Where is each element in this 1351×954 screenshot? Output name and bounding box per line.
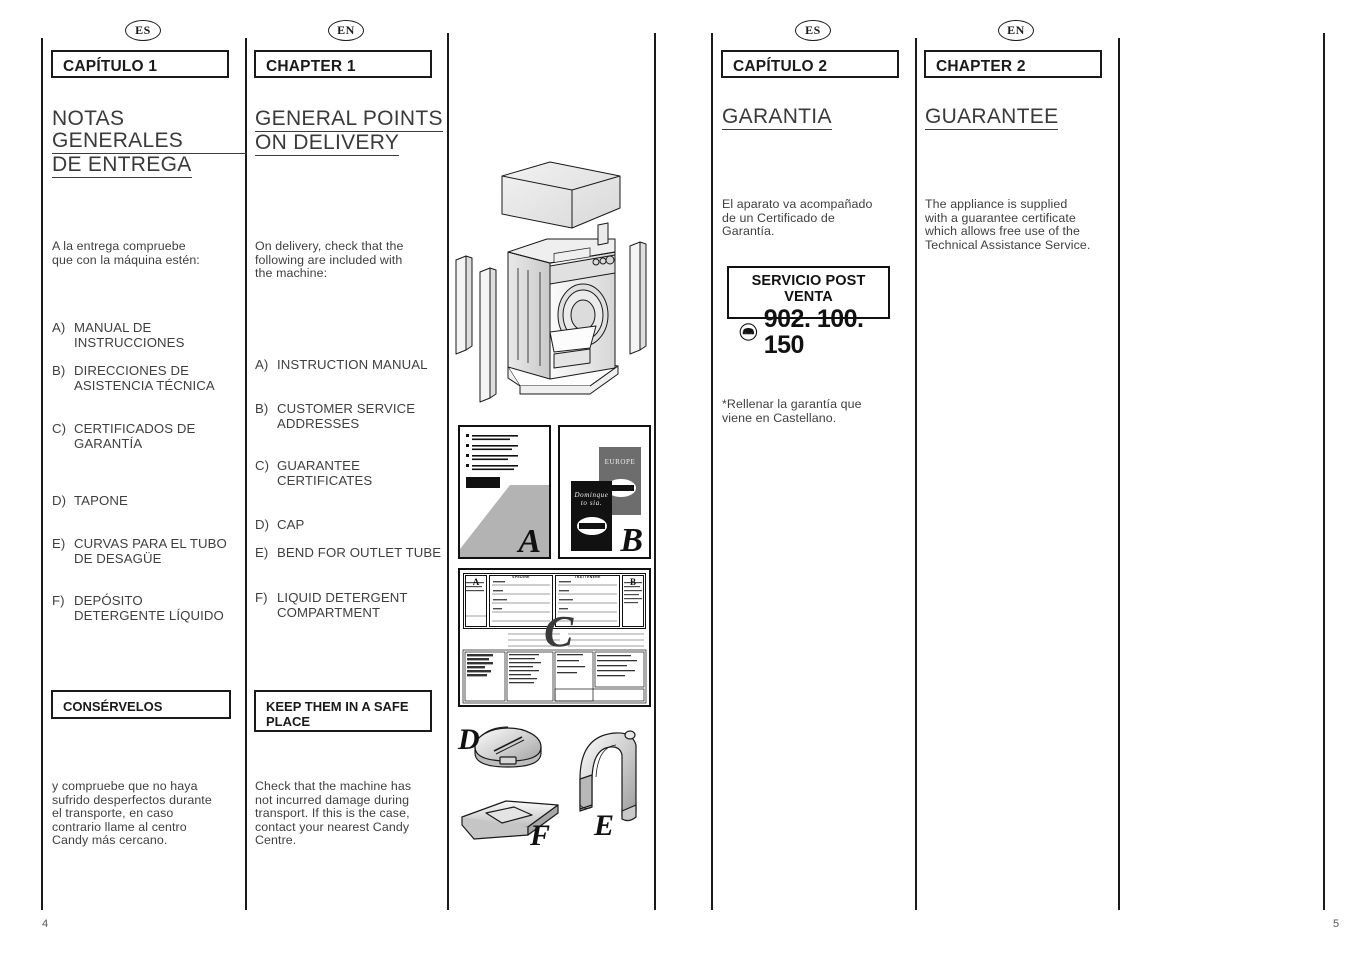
card-dominque-oval	[577, 517, 607, 535]
list-item-label: E)	[255, 545, 269, 560]
chapter-box-en-2: CHAPTER 2	[924, 50, 1102, 78]
list-item-text: GUARANTEE CERTIFICATES	[277, 458, 373, 488]
chapter-box-es-1: CAPÍTULO 1	[51, 50, 229, 78]
list-item-text: MANUAL DE INSTRUCCIONES	[74, 320, 185, 350]
list-item-text: BEND FOR OUTLET TUBE	[277, 545, 442, 560]
list-item-label: C)	[255, 458, 270, 473]
guarantee-body-es: El aparato va acompañado de un Certifica…	[722, 197, 873, 239]
panel-a-document: A	[458, 425, 551, 560]
list-item-label: D)	[52, 493, 67, 508]
divider-page-edge	[1323, 33, 1326, 910]
section-title-es-1-line2: DE ENTREGA	[52, 153, 192, 178]
list-item-label: D)	[255, 517, 270, 532]
guarantee-body-en: The appliance is supplied with a guarant…	[925, 197, 1091, 252]
parts-illustration-def: D F E	[457, 723, 637, 852]
section-title-en-1-line2: ON DELIVERY	[255, 131, 400, 156]
list-item: B) DIRECCIONES DE ASISTENCIA TÉCNICA	[52, 363, 242, 393]
section-title-es-2-text: GARANTIA	[722, 105, 832, 130]
keep-box-en: KEEP THEM IN A SAFE PLACE	[254, 690, 432, 732]
list-item-text: INSTRUCTION MANUAL	[277, 357, 428, 372]
closing-text-en: Check that the machine has not incurred …	[255, 779, 412, 848]
section-title-en-2: GUARANTEE	[925, 106, 1120, 130]
list-item-text: TAPONE	[74, 493, 128, 508]
list-item-text: DEPÓSITO DETERGENTE LÍQUIDO	[74, 593, 224, 623]
keep-box-es: CONSÉRVELOS	[51, 690, 231, 719]
list-item-label: A)	[255, 357, 269, 372]
panel-b-documents: EUROPE Dominque to sia. B	[558, 425, 651, 559]
list-item-label: B)	[52, 363, 66, 378]
list-item-text: CURVAS PARA EL TUBO DE DESAGÜE	[74, 536, 227, 566]
panel-a-letter: A	[518, 523, 541, 560]
panel-c-certificate-form: A B SPEDIRE TRATTENERE	[458, 568, 651, 707]
service-phone-box: SERVICIO POST VENTA 902. 100. 150	[727, 266, 890, 358]
chapter-box-en-1: CHAPTER 1	[254, 50, 432, 78]
page-number-right: 5	[1333, 918, 1340, 930]
section-title-es-1: NOTAS GENERALES DE ENTREGA	[52, 108, 247, 178]
card-europe-label: EUROPE	[604, 458, 636, 466]
list-item-text: CERTIFICADOS DE GARANTÍA	[74, 421, 196, 451]
language-badge-es-left: ES	[125, 20, 161, 41]
part-label-e: E	[593, 809, 614, 842]
list-item: F) LIQUID DETERGENT COMPARTMENT	[255, 590, 450, 620]
chapter-box-es-2: CAPÍTULO 2	[721, 50, 899, 78]
list-item: C) CERTIFICADOS DE GARANTÍA	[52, 421, 242, 451]
list-item-label: A)	[52, 320, 66, 335]
section-title-es-2: GARANTIA	[722, 106, 917, 130]
list-item-label: F)	[255, 590, 268, 605]
list-item-label: F)	[52, 593, 65, 608]
closing-text-es: y compruebe que no haya sufrido desperfe…	[52, 779, 212, 848]
list-item: D) CAP	[255, 517, 450, 533]
illustration-column: A EUROPE Dominque to sia. B A B SPEDIRE …	[450, 0, 656, 954]
telephone-icon	[739, 323, 758, 341]
divider-right-page-right	[1118, 38, 1120, 910]
language-badge-en-left: EN	[328, 20, 364, 41]
intro-text-en: On delivery, check that the following ar…	[255, 239, 404, 281]
list-item-label: C)	[52, 421, 67, 436]
section-title-en-2-text: GUARANTEE	[925, 105, 1059, 130]
list-item: F) DEPÓSITO DETERGENTE LÍQUIDO	[52, 593, 247, 623]
list-item: C) GUARANTEE CERTIFICATES	[255, 458, 450, 488]
washing-machine-illustration	[455, 161, 647, 403]
panel-b-letter: B	[620, 522, 643, 559]
intro-text-es: A la entrega compruebe que con la máquin…	[52, 239, 200, 267]
part-label-d: D	[457, 723, 480, 756]
section-title-es-1-line1: NOTAS GENERALES	[52, 108, 247, 154]
list-item-text: CUSTOMER SERVICE ADDRESSES	[277, 401, 416, 431]
panel-c-letter: C	[544, 607, 574, 656]
service-box-title: SERVICIO POST VENTA	[751, 273, 866, 305]
section-title-en-1: GENERAL POINTS ON DELIVERY	[255, 108, 450, 156]
list-item: A) MANUAL DE INSTRUCCIONES	[52, 320, 242, 350]
section-title-en-1-line1: GENERAL POINTS	[255, 107, 443, 132]
divider-right-page-mid	[915, 38, 917, 910]
list-item: B) CUSTOMER SERVICE ADDRESSES	[255, 401, 450, 431]
list-item-text: LIQUID DETERGENT COMPARTMENT	[277, 590, 408, 620]
list-item: A) INSTRUCTION MANUAL	[255, 357, 450, 373]
list-item: E) CURVAS PARA EL TUBO DE DESAGÜE	[52, 536, 247, 566]
card-dominque: Dominque to sia.	[571, 481, 612, 551]
part-label-f: F	[529, 819, 550, 852]
language-badge-en-right: EN	[998, 20, 1034, 41]
list-item-label: B)	[255, 401, 269, 416]
list-item: D) TAPONE	[52, 493, 242, 509]
service-phone-number[interactable]: 902. 100. 150	[764, 306, 878, 358]
divider-right-page-left	[711, 33, 713, 910]
card-dominque-label: Dominque to sia.	[574, 491, 609, 507]
list-item: E) BEND FOR OUTLET TUBE	[255, 545, 450, 561]
list-item-text: CAP	[277, 517, 305, 532]
page-number-left: 4	[42, 918, 49, 930]
list-item-label: E)	[52, 536, 66, 551]
list-item-text: DIRECCIONES DE ASISTENCIA TÉCNICA	[74, 363, 215, 393]
divider-left-page-left	[41, 38, 43, 910]
guarantee-footnote-es: *Rellenar la garantía que viene en Caste…	[722, 397, 862, 425]
language-badge-es-right: ES	[795, 20, 831, 41]
